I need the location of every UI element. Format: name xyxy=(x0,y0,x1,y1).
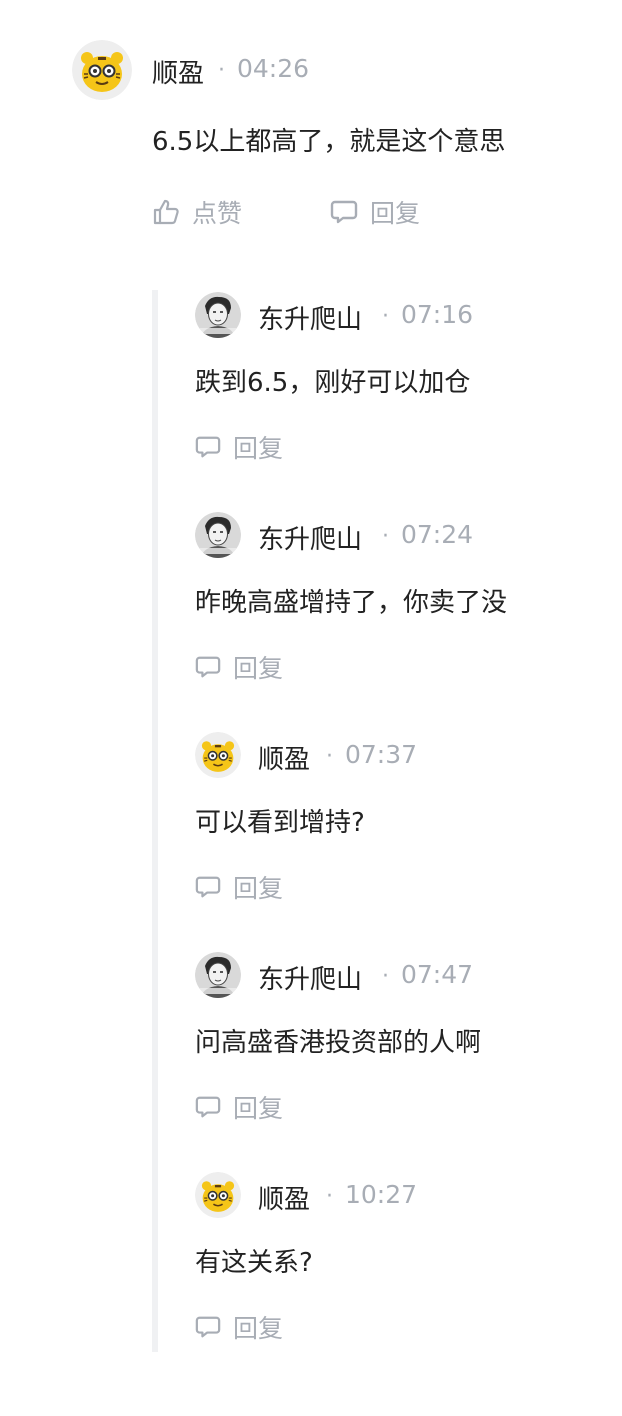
reply-label: 回复 xyxy=(233,1314,284,1343)
speech-bubble-icon xyxy=(330,200,358,224)
reply-button[interactable]: 回复 xyxy=(195,649,283,685)
reply-time: · 10:27 xyxy=(326,1180,417,1209)
speech-bubble-icon xyxy=(195,1316,221,1338)
comment-text: 6.5以上都高了，就是这个意思 xyxy=(152,127,506,157)
reply-author[interactable]: 顺盈 xyxy=(258,739,310,776)
reply-text: 问高盛香港投资部的人啊 xyxy=(195,1028,482,1058)
reply-button[interactable]: 回复 xyxy=(195,1309,283,1345)
comment-author[interactable]: 顺盈 xyxy=(152,53,204,90)
reply-label: 回复 xyxy=(370,199,421,228)
reply-time: · 07:47 xyxy=(382,960,473,989)
reply-label: 回复 xyxy=(233,654,284,683)
reply-author[interactable]: 东升爬山 xyxy=(258,959,362,996)
reply-time-value: 07:16 xyxy=(401,300,474,329)
reply-button[interactable]: 回复 xyxy=(330,194,420,230)
reply-author[interactable]: 东升爬山 xyxy=(258,299,362,336)
tiger-avatar-icon[interactable] xyxy=(195,1172,241,1218)
reply-text: 昨晚高盛增持了，你卖了没 xyxy=(195,588,508,618)
reply-label: 回复 xyxy=(233,434,284,463)
reply-label: 回复 xyxy=(233,1094,284,1123)
reply-time: · 07:24 xyxy=(382,520,473,549)
reply-button[interactable]: 回复 xyxy=(195,429,283,465)
comment-time-value: 04:26 xyxy=(237,54,310,83)
reply-time: · 07:16 xyxy=(382,300,473,329)
tiger-avatar-icon[interactable] xyxy=(72,40,132,100)
reply-text: 跌到6.5，刚好可以加仓 xyxy=(195,368,471,398)
speech-bubble-icon xyxy=(195,1096,221,1118)
reply-author[interactable]: 顺盈 xyxy=(258,1179,310,1216)
reply-time-value: 07:24 xyxy=(401,520,474,549)
reply-text: 可以看到增持? xyxy=(195,808,365,838)
like-button[interactable]: 点赞 xyxy=(152,194,242,230)
separator-dot: · xyxy=(382,524,389,549)
reply-label: 回复 xyxy=(233,874,284,903)
reply-time-value: 07:47 xyxy=(401,960,474,989)
tiger-avatar-icon[interactable] xyxy=(195,732,241,778)
separator-dot: · xyxy=(382,304,389,329)
comment-time: · 04:26 xyxy=(218,54,309,83)
person-avatar-icon[interactable] xyxy=(195,512,241,558)
like-label: 点赞 xyxy=(192,199,243,228)
speech-bubble-icon xyxy=(195,656,221,678)
separator-dot: · xyxy=(326,1184,333,1209)
reply-time-value: 07:37 xyxy=(345,740,418,769)
speech-bubble-icon xyxy=(195,876,221,898)
separator-dot: · xyxy=(382,964,389,989)
thread-line xyxy=(152,290,158,1352)
reply-button[interactable]: 回复 xyxy=(195,869,283,905)
reply-time: · 07:37 xyxy=(326,740,417,769)
speech-bubble-icon xyxy=(195,436,221,458)
reply-button[interactable]: 回复 xyxy=(195,1089,283,1125)
person-avatar-icon[interactable] xyxy=(195,292,241,338)
thumbs-up-icon xyxy=(153,199,179,225)
separator-dot: · xyxy=(218,58,225,83)
reply-author[interactable]: 东升爬山 xyxy=(258,519,362,556)
reply-text: 有这关系? xyxy=(195,1248,313,1278)
person-avatar-icon[interactable] xyxy=(195,952,241,998)
separator-dot: · xyxy=(326,744,333,769)
reply-time-value: 10:27 xyxy=(345,1180,418,1209)
